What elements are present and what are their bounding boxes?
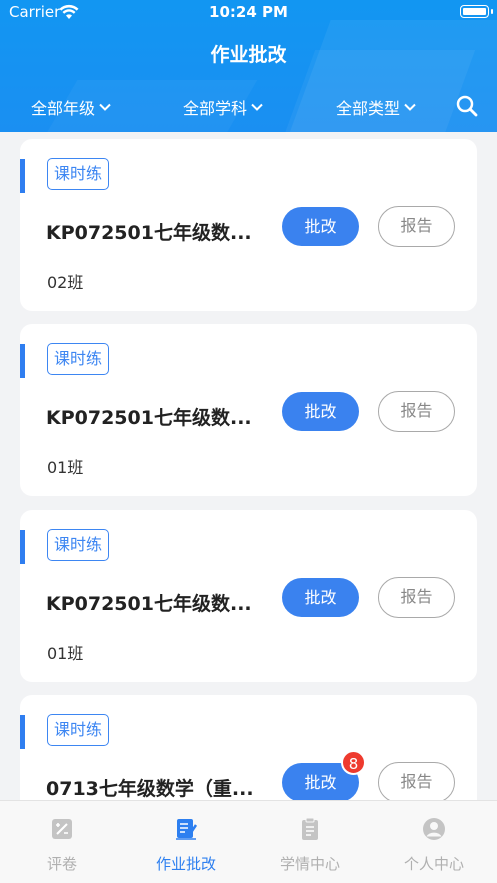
homework-title: KP072501七年级数... xyxy=(46,593,252,615)
clock: 10:24 PM xyxy=(209,3,288,21)
report-button[interactable]: 报告 xyxy=(378,206,455,247)
subject-filter[interactable]: 全部学科 xyxy=(183,95,263,119)
tab-exam[interactable]: 评卷 xyxy=(0,801,124,883)
homework-card[interactable]: 课时练 KP072501七年级数... 02班 批改 报告 xyxy=(20,139,477,311)
page-title: 作业批改 xyxy=(210,44,287,66)
card-accent-bar xyxy=(20,159,25,193)
class-label: 02班 xyxy=(47,273,84,292)
tab-label: 学情中心 xyxy=(279,855,340,873)
type-filter[interactable]: 全部类型 xyxy=(336,95,416,119)
tab-learning-center[interactable]: 学情中心 xyxy=(248,801,372,883)
report-button[interactable]: 报告 xyxy=(378,762,455,803)
grade-button[interactable]: 批改 xyxy=(282,578,359,617)
homework-edit-icon xyxy=(176,819,198,840)
tab-bar: 评卷 作业批改 学情中心 个人中心 xyxy=(0,800,497,883)
grade-filter-label: 全部年级 xyxy=(31,99,96,118)
pending-count-badge: 8 xyxy=(341,750,366,775)
tab-profile[interactable]: 个人中心 xyxy=(372,801,496,883)
homework-title: KP072501七年级数... xyxy=(46,222,252,244)
grade-button[interactable]: 批改 xyxy=(282,392,359,431)
type-tag: 课时练 xyxy=(47,158,110,190)
status-bar: Carrier 10:24 PM xyxy=(0,0,497,24)
type-filter-label: 全部类型 xyxy=(336,99,401,118)
card-accent-bar xyxy=(20,344,25,378)
chevron-down-icon xyxy=(251,103,263,111)
class-label: 01班 xyxy=(47,458,84,477)
subject-filter-label: 全部学科 xyxy=(183,99,248,118)
type-tag: 课时练 xyxy=(47,529,110,561)
class-label: 01班 xyxy=(47,644,84,663)
chevron-down-icon xyxy=(99,103,111,111)
type-tag: 课时练 xyxy=(47,343,110,375)
tab-homework-grading[interactable]: 作业批改 xyxy=(124,801,248,883)
card-accent-bar xyxy=(20,530,25,564)
grade-filter[interactable]: 全部年级 xyxy=(31,95,111,119)
person-icon xyxy=(423,818,445,840)
report-button[interactable]: 报告 xyxy=(378,391,455,432)
homework-card[interactable]: 课时练 KP072501七年级数... 01班 批改 报告 xyxy=(20,324,477,496)
tab-label: 评卷 xyxy=(46,855,77,873)
clipboard-icon xyxy=(302,817,318,840)
chevron-down-icon xyxy=(404,103,416,111)
header: Carrier 10:24 PM 作业批改 全部年级 全部学科 全部类型 xyxy=(0,0,497,132)
homework-card[interactable]: 课时练 KP072501七年级数... 01班 批改 报告 xyxy=(20,510,477,682)
report-button[interactable]: 报告 xyxy=(378,577,455,618)
type-tag: 课时练 xyxy=(47,714,110,746)
grade-button[interactable]: 批改 xyxy=(282,207,359,246)
card-accent-bar xyxy=(20,715,25,749)
exam-paper-icon xyxy=(52,819,72,839)
search-icon[interactable] xyxy=(456,95,478,117)
tab-label: 个人中心 xyxy=(403,855,464,873)
homework-title: KP072501七年级数... xyxy=(46,407,252,429)
homework-title: 0713七年级数学（重... xyxy=(46,778,254,800)
battery-icon xyxy=(460,5,493,18)
tab-label: 作业批改 xyxy=(155,855,216,873)
